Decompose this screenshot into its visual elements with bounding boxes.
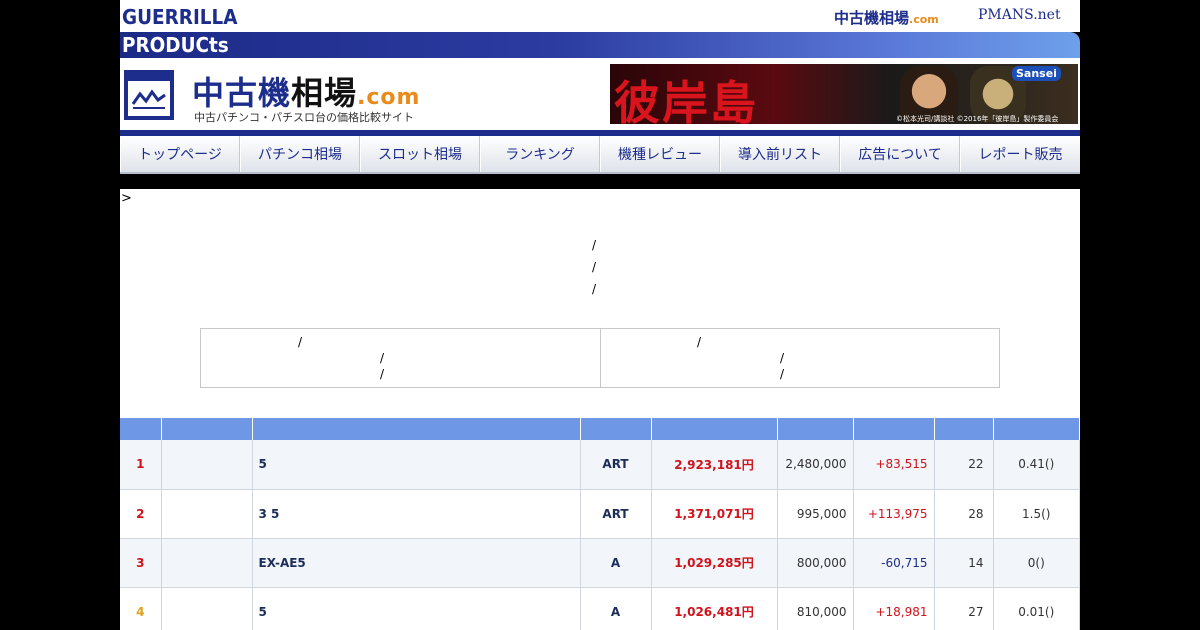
ratio-cell: 1.5() — [993, 489, 1080, 539]
header-cell — [120, 418, 162, 440]
nav-slot-prices[interactable]: スロット相場 — [360, 136, 480, 172]
machine-image-cell — [161, 489, 253, 539]
ad-banner[interactable]: 彼岸島 Sansei ©松本光司/講談社 ©2016年「彼岸島」製作委員会 — [610, 64, 1078, 124]
line-chart-glyph — [131, 89, 166, 109]
separator: / — [592, 282, 597, 296]
site-logo[interactable]: 中古機相場.com — [192, 68, 420, 114]
ratio-cell: 0.41() — [993, 440, 1080, 490]
count-cell: 28 — [934, 489, 994, 539]
nav-ranking[interactable]: ランキング — [480, 136, 600, 172]
rank-cell: 1 — [120, 440, 162, 490]
banner-copyright: ©松本光司/講談社 ©2016年「彼岸島」製作委員会 — [896, 115, 1059, 123]
chuukoki-souba-link-com: .com — [909, 13, 939, 26]
price-cell: 1,026,481円 — [651, 587, 778, 630]
brand-logo-line2[interactable]: PRODUCts — [122, 33, 229, 57]
table-row[interactable]: 1 5 ART 2,923,181円 2,480,000 +83,515 22 0.41() — [120, 440, 1080, 490]
table-row[interactable]: 2 3 5 ART 1,371,071円 995,000 +113,975 28 1.5() — [120, 489, 1080, 539]
nav-report-sales[interactable]: レポート販売 — [960, 136, 1080, 172]
separator: / — [780, 367, 785, 381]
separator: / — [697, 335, 702, 349]
price-cell: 2,923,181円 — [651, 440, 778, 490]
price-diff-cell: +83,515 — [853, 440, 935, 490]
previous-price-cell: 2,480,000 — [777, 440, 854, 490]
machine-image-cell — [161, 587, 253, 630]
rank-cell: 2 — [120, 489, 162, 539]
breadcrumb[interactable]: > — [121, 191, 132, 206]
brand-band: PRODUCts — [120, 32, 1080, 58]
previous-price-cell: 995,000 — [777, 489, 854, 539]
brand-logo-line1[interactable]: GUERRILLA — [122, 5, 237, 29]
machine-name-cell[interactable]: 5 — [252, 587, 581, 630]
machine-name-cell[interactable]: 5 — [252, 440, 581, 490]
ranking-body: 1 5 ART 2,923,181円 2,480,000 +83,515 22 0.41() 2… — [120, 440, 1080, 630]
separator: / — [380, 367, 385, 381]
header-cell — [161, 418, 253, 440]
nav-top-page[interactable]: トップページ — [120, 136, 240, 172]
pmans-link[interactable]: PMANS.net — [978, 7, 1061, 23]
rank-cell: 3 — [120, 538, 162, 588]
machine-name-cell[interactable]: EX-AE5 — [252, 538, 581, 588]
page: GUERRILLA 中古機相場.com PMANS.net PRODUCts 中… — [120, 0, 1080, 630]
header-cell — [252, 418, 581, 440]
banner-title: 彼岸島 — [614, 76, 758, 124]
separator: / — [780, 351, 785, 365]
header-cell — [934, 418, 994, 440]
site-name-com: .com — [357, 85, 421, 110]
table-row[interactable]: 4 5 A 1,026,481円 810,000 +18,981 27 0.01() — [120, 587, 1080, 630]
count-cell: 27 — [934, 587, 994, 630]
site-name-part-a: 中古機 — [192, 74, 292, 112]
price-cell: 1,029,285円 — [651, 538, 778, 588]
info-cell-right: / / / — [600, 329, 999, 387]
top-bar: GUERRILLA 中古機相場.com PMANS.net — [120, 0, 1080, 32]
chart-window-icon[interactable] — [124, 70, 174, 120]
ratio-cell: 0.01() — [993, 587, 1080, 630]
ratio-cell: 0() — [993, 538, 1080, 588]
machine-image-cell — [161, 538, 253, 588]
price-cell: 1,371,071円 — [651, 489, 778, 539]
separator: / — [592, 260, 597, 274]
machine-type-cell: A — [580, 587, 652, 630]
machine-type-cell: ART — [580, 489, 652, 539]
ranking-header-row — [120, 418, 1080, 440]
header-cell — [993, 418, 1080, 440]
machine-type-cell: ART — [580, 440, 652, 490]
machine-image-cell — [161, 440, 253, 490]
separator: / — [380, 351, 385, 365]
separator: / — [298, 335, 303, 349]
banner-brand-logo: Sansei — [1012, 66, 1061, 81]
header-cell — [777, 418, 854, 440]
main-nav: トップページ パチンコ相場 スロット相場 ランキング 機種レビュー 導入前リスト… — [120, 136, 1080, 174]
site-tagline: 中古パチンコ・パチスロ台の価格比較サイト — [194, 111, 414, 124]
previous-price-cell: 800,000 — [777, 538, 854, 588]
nav-advertising[interactable]: 広告について — [840, 136, 960, 172]
previous-price-cell: 810,000 — [777, 587, 854, 630]
info-box: / / / / / / — [200, 328, 1000, 388]
price-diff-cell: -60,715 — [853, 538, 935, 588]
site-header: 中古機相場.com 中古パチンコ・パチスロ台の価格比較サイト 彼岸島 Sanse… — [120, 58, 1080, 130]
site-name-part-b: 相場 — [291, 74, 358, 112]
separator: / — [592, 238, 597, 252]
chuukoki-souba-link[interactable]: 中古機相場.com — [834, 7, 939, 28]
header-cell — [853, 418, 935, 440]
info-cell-left: / / / — [201, 329, 600, 387]
nav-pre-install-list[interactable]: 導入前リスト — [720, 136, 840, 172]
nav-machine-review[interactable]: 機種レビュー — [600, 136, 720, 172]
machine-name-cell[interactable]: 3 5 — [252, 489, 581, 539]
nav-pachinko-prices[interactable]: パチンコ相場 — [240, 136, 360, 172]
window-titlebar — [128, 74, 170, 81]
table-row[interactable]: 3 EX-AE5 A 1,029,285円 800,000 -60,715 14 0() — [120, 538, 1080, 588]
header-cell — [651, 418, 778, 440]
ranking-table: 1 5 ART 2,923,181円 2,480,000 +83,515 22 0.41() 2… — [120, 418, 1080, 630]
main-content: > / / / / / / / / / 1 5 ART 2,923,181円 2… — [120, 189, 1080, 630]
count-cell: 14 — [934, 538, 994, 588]
rank-cell: 4 — [120, 587, 162, 630]
price-diff-cell: +113,975 — [853, 489, 935, 539]
chuukoki-souba-link-text: 中古機相場 — [834, 9, 910, 27]
count-cell: 22 — [934, 440, 994, 490]
header-cell — [580, 418, 652, 440]
price-diff-cell: +18,981 — [853, 587, 935, 630]
machine-type-cell: A — [580, 538, 652, 588]
